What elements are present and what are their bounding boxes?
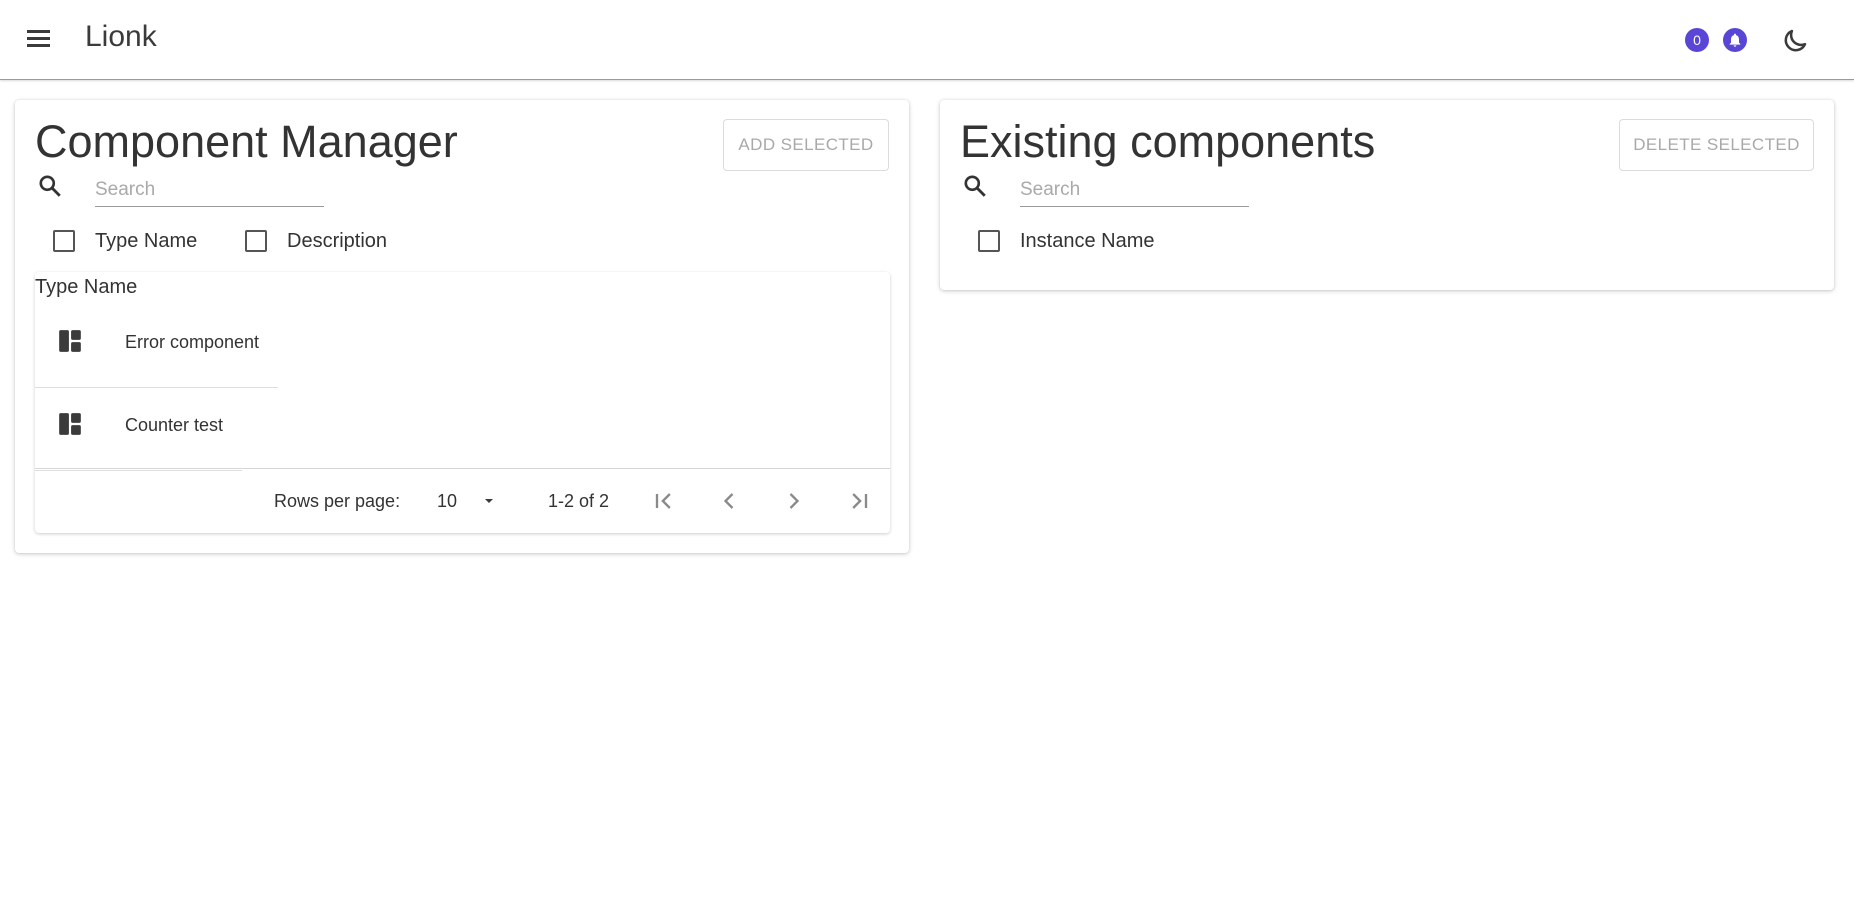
last-page-icon[interactable] bbox=[845, 487, 873, 515]
table-row[interactable]: Error component bbox=[35, 306, 278, 388]
app-title: Lionk bbox=[85, 20, 157, 53]
filter-instance-name-label: Instance Name bbox=[1020, 230, 1155, 252]
previous-page-icon[interactable] bbox=[715, 487, 743, 515]
rows-per-page-value: 10 bbox=[437, 491, 458, 511]
existing-components-card: Existing components DELETE SELECTED Inst… bbox=[940, 100, 1834, 290]
component-manager-title: Component Manager bbox=[35, 116, 458, 167]
search-icon bbox=[39, 175, 61, 197]
dashboard-icon bbox=[59, 330, 81, 352]
row-type-name: Error component bbox=[125, 332, 260, 352]
column-header-type-name: Type Name bbox=[35, 276, 138, 298]
table-row[interactable]: Counter test bbox=[35, 389, 242, 471]
row-type-name: Counter test bbox=[125, 415, 224, 435]
filter-type-name-checkbox[interactable] bbox=[53, 230, 75, 252]
notification-count-badge: 0 bbox=[1685, 28, 1709, 52]
filter-type-name-label: Type Name bbox=[95, 230, 198, 252]
table-pagination: Rows per page: 10 1-2 of 2 bbox=[35, 468, 890, 533]
rows-per-page-label: Rows per page: bbox=[274, 491, 401, 511]
dashboard-icon bbox=[59, 413, 81, 435]
dark-mode-toggle-icon[interactable] bbox=[1780, 26, 1810, 56]
filter-instance-name-checkbox[interactable] bbox=[978, 230, 1000, 252]
component-type-table: Type Name Error component Counter test R… bbox=[35, 272, 890, 533]
existing-components-title: Existing components bbox=[960, 116, 1376, 167]
menu-icon[interactable] bbox=[24, 26, 54, 52]
delete-selected-button[interactable]: DELETE SELECTED bbox=[1619, 119, 1814, 171]
row-divider bbox=[35, 387, 278, 388]
filter-description-label: Description bbox=[287, 230, 388, 252]
next-page-icon[interactable] bbox=[780, 487, 808, 515]
app-bar: Lionk 0 bbox=[0, 0, 1854, 80]
caret-down-icon bbox=[485, 499, 493, 503]
search-input[interactable] bbox=[95, 173, 324, 207]
filter-description-checkbox[interactable] bbox=[245, 230, 267, 252]
search-input[interactable] bbox=[1020, 173, 1249, 207]
bell-icon[interactable] bbox=[1723, 28, 1747, 52]
add-selected-button[interactable]: ADD SELECTED bbox=[723, 119, 889, 171]
rows-per-page-select[interactable]: 10 bbox=[437, 483, 507, 519]
search-icon bbox=[964, 175, 986, 197]
first-page-icon[interactable] bbox=[650, 487, 678, 515]
pagination-range: 1-2 of 2 bbox=[548, 491, 610, 511]
